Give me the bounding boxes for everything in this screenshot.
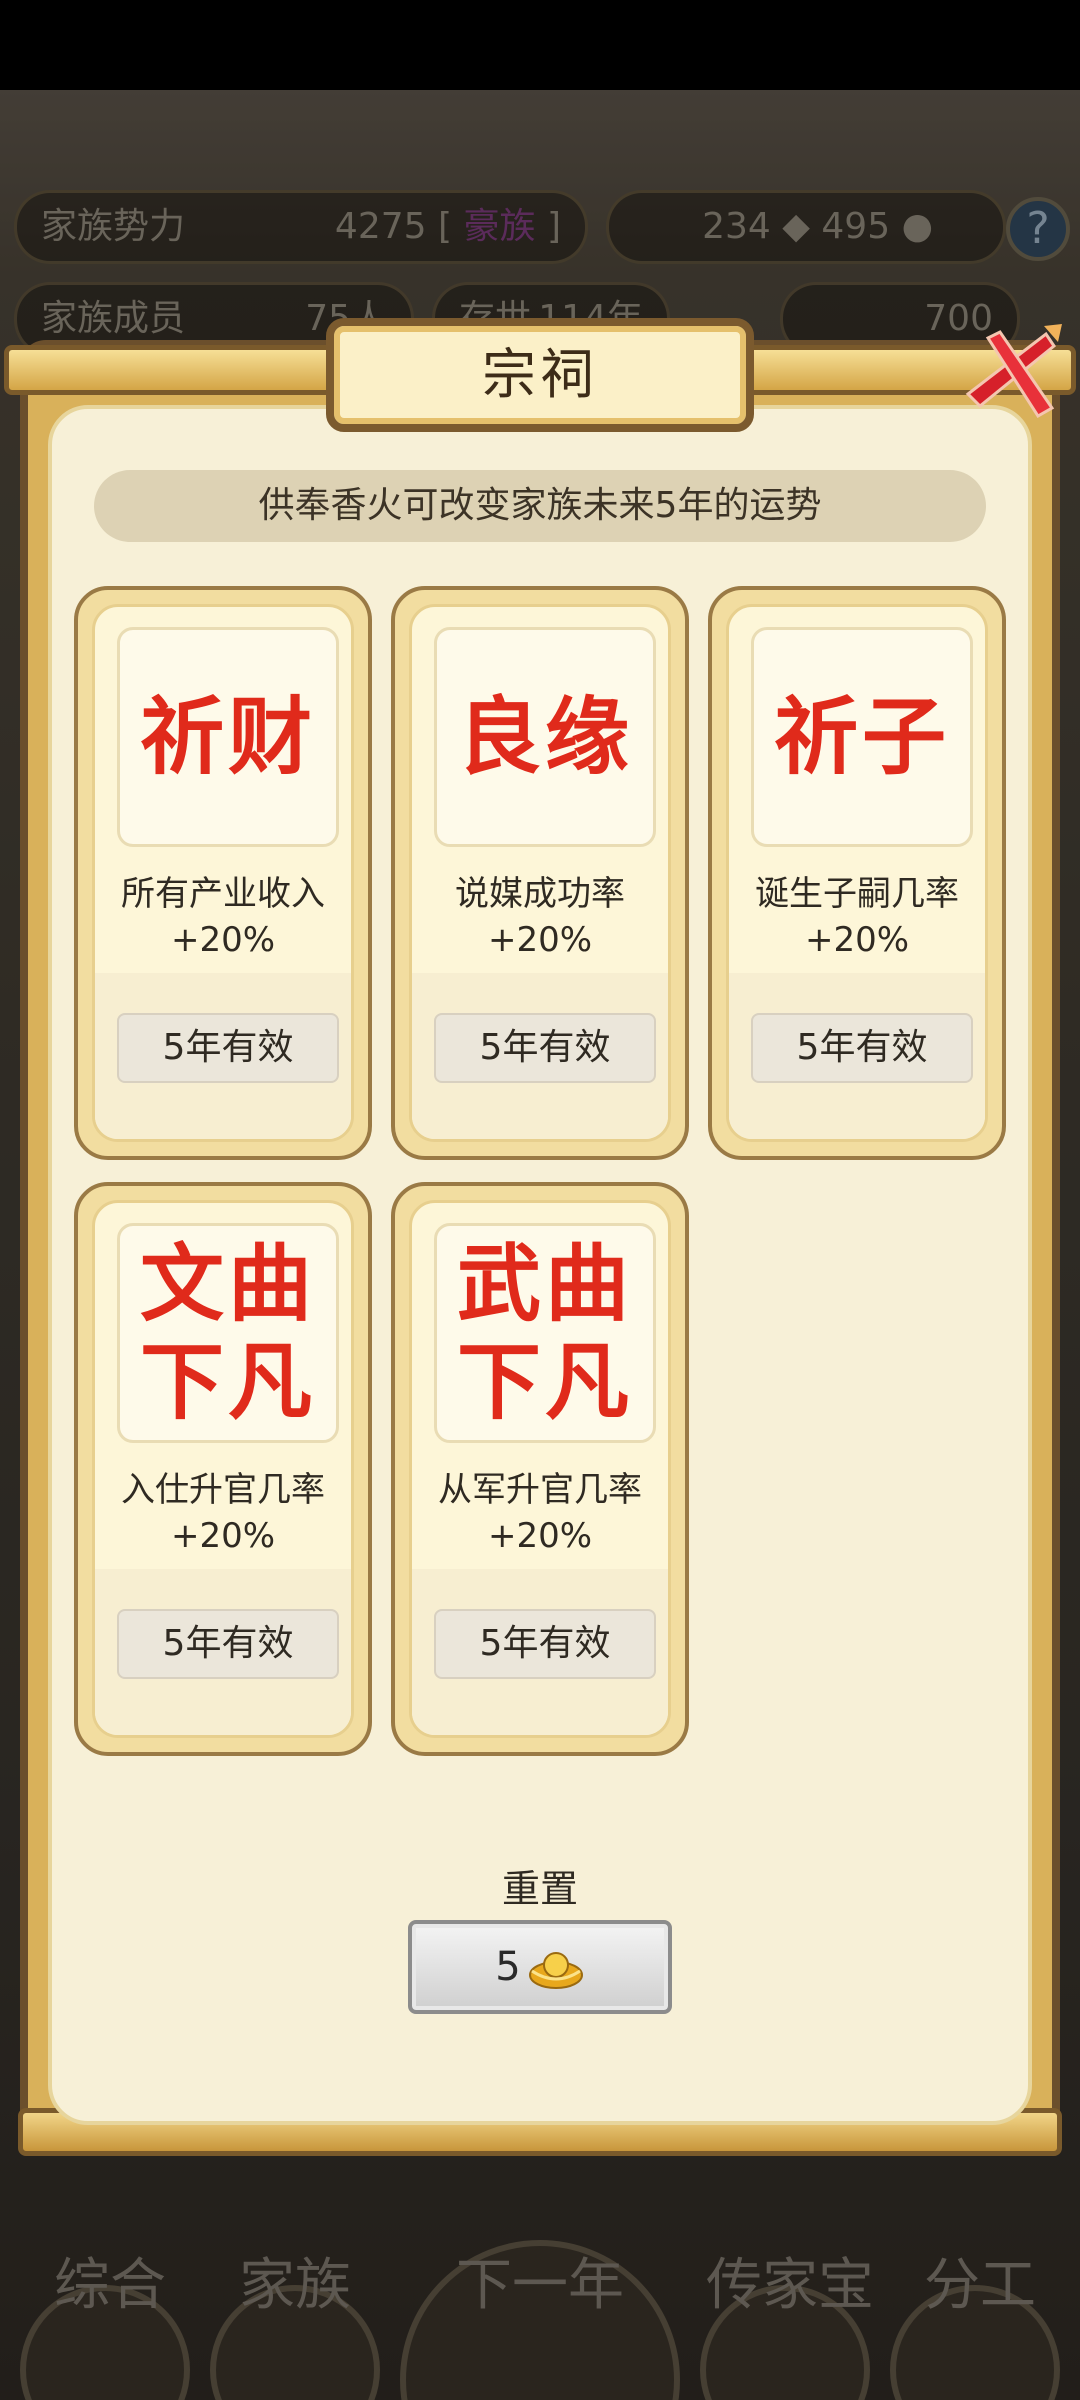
card-duration-badge: 5年有效 <box>117 1609 339 1679</box>
card-desc: 诞生子嗣几率+20% <box>755 874 959 960</box>
card-military-star[interactable]: 武曲下凡 从军升官几率+20% 5年有效 <box>391 1182 689 1756</box>
reset-cost: 5 <box>495 1944 521 1990</box>
close-x-icon <box>965 324 1062 419</box>
reset-label: 重置 <box>501 1867 578 1911</box>
card-duration-badge: 5年有效 <box>434 1013 656 1083</box>
card-duration-badge: 5年有效 <box>751 1013 973 1083</box>
dialog-title-plaque: 宗祠 <box>326 318 754 432</box>
card-desc: 说媒成功率+20% <box>455 874 625 960</box>
card-title: 文曲下凡 <box>139 1235 316 1431</box>
card-duration-badge: 5年有效 <box>117 1013 339 1083</box>
card-duration-badge: 5年有效 <box>434 1609 656 1679</box>
card-title: 良缘 <box>456 688 633 786</box>
card-desc: 从军升官几率+20% <box>438 1470 642 1556</box>
card-wealth[interactable]: 祈财 所有产业收入+20% 5年有效 <box>74 586 372 1160</box>
dialog-title: 宗祠 <box>482 343 598 406</box>
card-title: 祈财 <box>139 688 316 786</box>
card-desc: 入仕升官几率+20% <box>121 1470 325 1556</box>
reset-button[interactable]: 5 <box>408 1920 672 2014</box>
gold-ingot-icon <box>528 1952 583 1989</box>
card-desc: 所有产业收入+20% <box>121 874 325 960</box>
close-button[interactable] <box>958 320 1066 428</box>
card-marriage[interactable]: 良缘 说媒成功率+20% 5年有效 <box>391 586 689 1160</box>
card-title: 祈子 <box>773 688 950 786</box>
hint-text: 供奉香火可改变家族未来5年的运势 <box>94 470 986 542</box>
card-title: 武曲下凡 <box>456 1235 633 1431</box>
card-civil-star[interactable]: 文曲下凡 入仕升官几率+20% 5年有效 <box>74 1182 372 1756</box>
card-offspring[interactable]: 祈子 诞生子嗣几率+20% 5年有效 <box>708 586 1006 1160</box>
status-bar <box>0 0 1080 90</box>
